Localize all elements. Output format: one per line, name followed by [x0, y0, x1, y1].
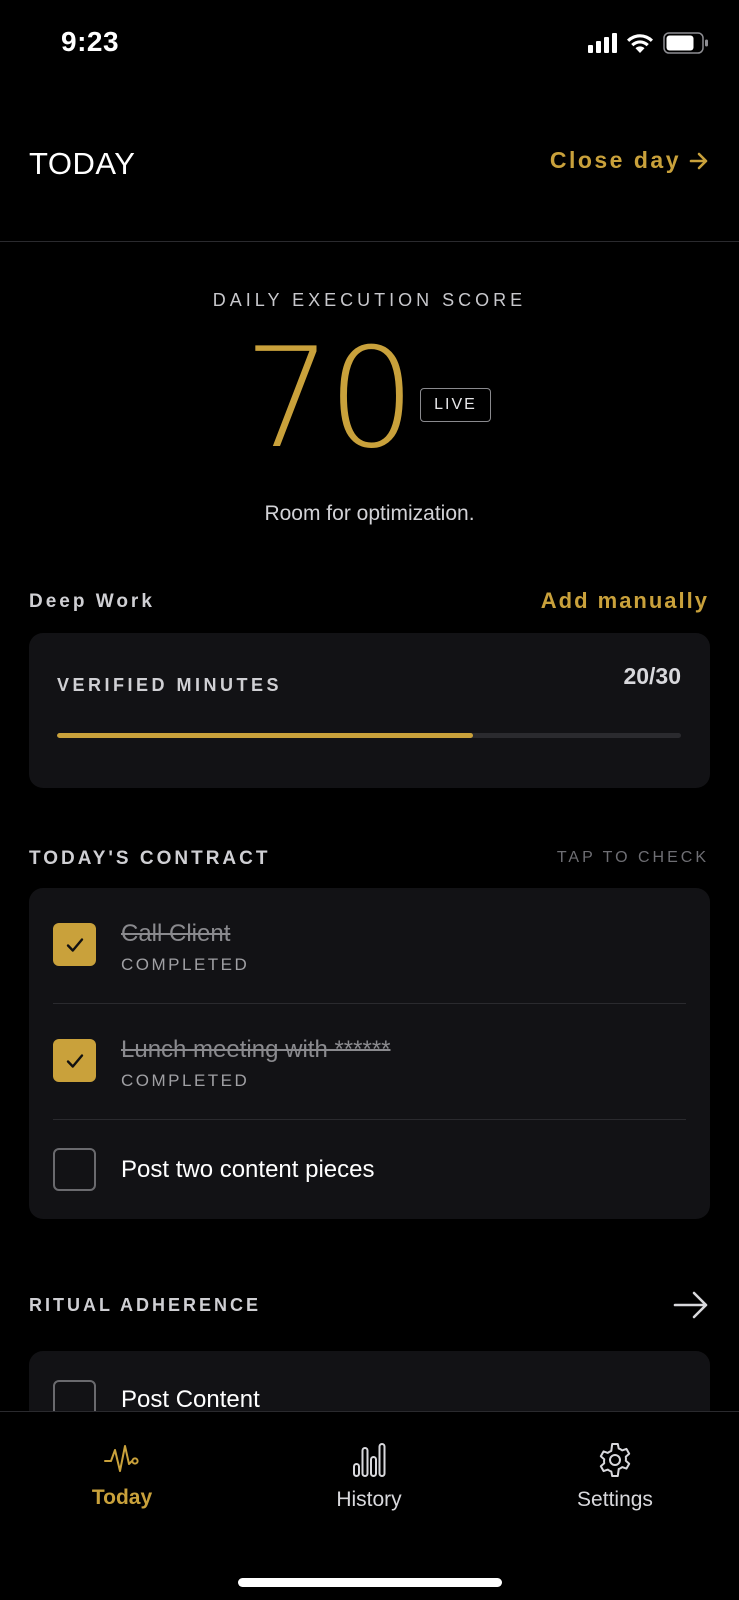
task-status: COMPLETED — [121, 1071, 250, 1090]
bar-chart-icon — [353, 1443, 386, 1477]
top-header: TODAY Close day — [0, 130, 739, 240]
verified-minutes-count: 20/30 — [623, 663, 681, 689]
ritual-arrow-right-icon[interactable] — [673, 1291, 709, 1319]
arrow-right-icon — [689, 152, 708, 169]
task-title: Lunch meeting with ****** — [121, 1036, 391, 1063]
pulse-icon — [104, 1445, 139, 1472]
task-checkbox-checked[interactable] — [53, 923, 96, 966]
checkmark-icon — [66, 1053, 83, 1068]
ritual-item-title: Post Content — [121, 1386, 260, 1413]
tab-history[interactable]: History — [289, 1442, 449, 1512]
home-indicator — [238, 1578, 502, 1587]
verified-minutes-card: VERIFIED MINUTES 20/30 — [29, 633, 710, 788]
deep-work-progress-fill — [57, 733, 474, 738]
score-value: 70 — [244, 318, 416, 479]
gear-icon — [599, 1443, 631, 1477]
battery-icon — [663, 32, 708, 54]
ritual-heading: RITUAL ADHERENCE — [29, 1295, 262, 1315]
header-divider — [0, 241, 739, 242]
task-checkbox-unchecked[interactable] — [53, 1148, 96, 1191]
tap-to-check-hint: TAP TO CHECK — [556, 849, 709, 866]
score-message: Room for optimization. — [264, 502, 475, 525]
tab-label-history: History — [336, 1488, 402, 1511]
status-bar: 9:23 — [0, 0, 739, 90]
task-status: COMPLETED — [121, 955, 250, 974]
contract-task-row[interactable]: Call Client COMPLETED — [29, 888, 710, 1003]
status-icons — [588, 32, 709, 54]
page-title: TODAY — [29, 146, 136, 181]
add-manually-button[interactable]: Add manually — [541, 588, 709, 614]
live-badge: LIVE — [420, 388, 491, 422]
bottom-tab-bar: Today History Settings — [0, 1411, 739, 1600]
contract-task-row[interactable]: Lunch meeting with ****** COMPLETED — [29, 1004, 710, 1119]
contract-card: Call Client COMPLETED Lunch meeting with… — [29, 888, 710, 1219]
close-day-button[interactable]: Close day — [550, 147, 709, 174]
tab-label-settings: Settings — [577, 1488, 653, 1511]
close-day-label: Close day — [549, 147, 681, 173]
deep-work-heading: Deep Work — [29, 591, 155, 612]
tab-today[interactable]: Today — [42, 1442, 202, 1510]
tab-label-today: Today — [91, 1486, 153, 1509]
tab-settings[interactable]: Settings — [535, 1442, 695, 1512]
deep-work-progress-bar — [57, 733, 681, 738]
task-title: Call Client — [121, 920, 231, 947]
cellular-signal-icon — [588, 33, 617, 53]
wifi-icon — [627, 33, 653, 53]
task-title: Post two content pieces — [121, 1156, 375, 1183]
score-caption: DAILY EXECUTION SCORE — [212, 290, 527, 310]
task-checkbox-checked[interactable] — [53, 1039, 96, 1082]
contract-heading: TODAY'S CONTRACT — [29, 848, 271, 869]
status-time: 9:23 — [61, 26, 120, 57]
app-screen: 9:23 TODAY Close day DAILY EXECUTION SCO… — [0, 0, 739, 1600]
verified-minutes-label: VERIFIED MINUTES — [57, 675, 283, 695]
contract-task-row[interactable]: Post two content pieces — [29, 1120, 710, 1219]
checkmark-icon — [66, 937, 83, 952]
